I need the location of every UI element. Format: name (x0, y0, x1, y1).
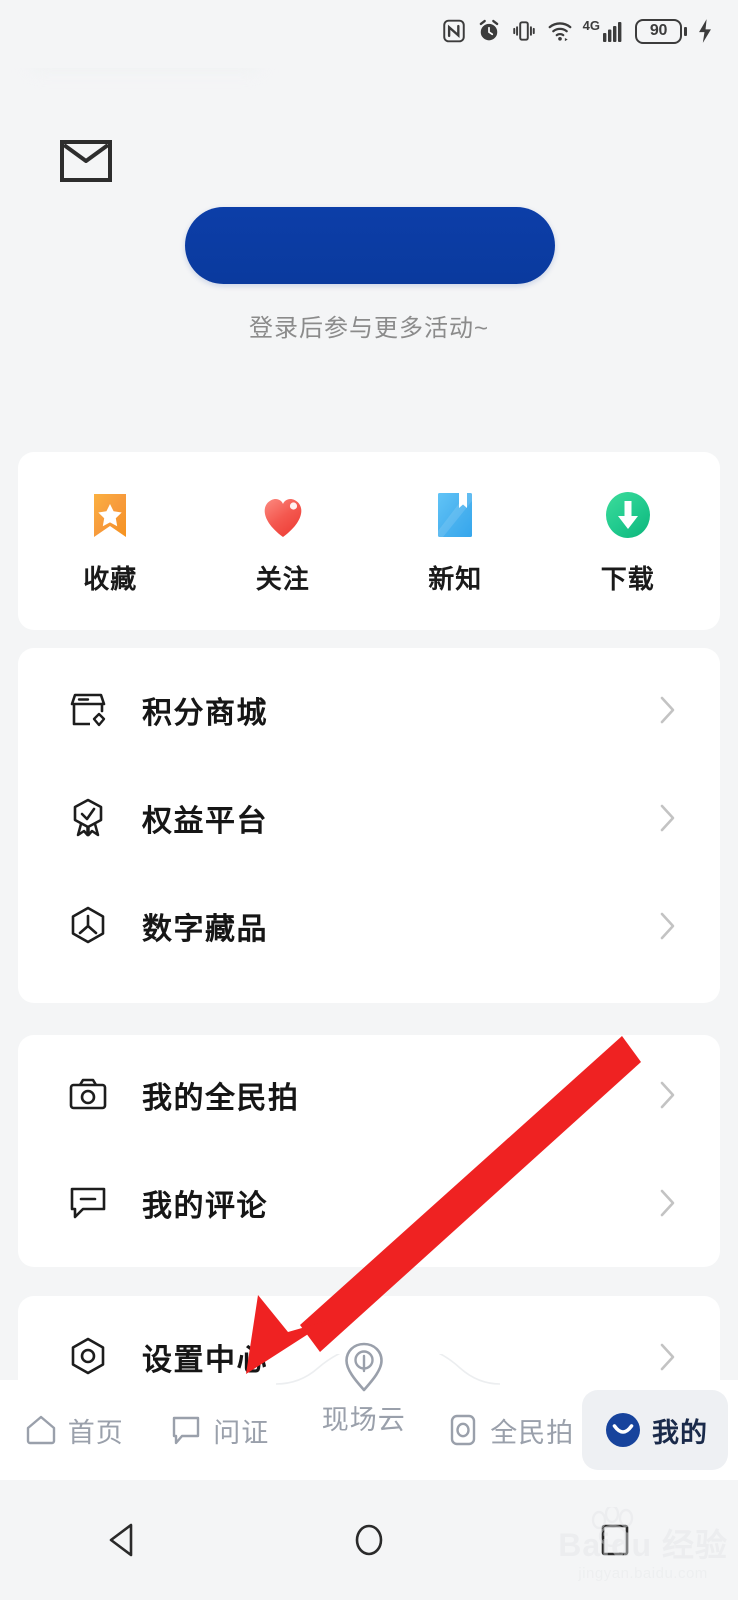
chevron-right-icon (660, 1189, 675, 1217)
quick-actions-card: 收藏 关注 新知 下载 (18, 452, 720, 630)
chat-icon (173, 1416, 200, 1445)
mine-row-label: 我的全民拍 (142, 1082, 300, 1115)
alarm-icon (479, 19, 498, 41)
battery-level-label: 90 (649, 22, 668, 39)
chevron-right-icon (660, 696, 675, 724)
heart-icon (255, 487, 311, 543)
mine-row-my-comments[interactable]: 我的评论 (18, 1149, 720, 1257)
recents-button[interactable] (555, 1517, 675, 1563)
status-icon-group: 4G 90 (441, 18, 714, 44)
nav-item-home[interactable]: 首页 (0, 1380, 146, 1480)
triangle-left-icon (109, 1523, 133, 1557)
comment-icon (66, 1181, 110, 1225)
bottom-navigation-bar: 首页 问证 现场云 全民拍 我的 (0, 1342, 738, 1480)
wifi-icon (548, 22, 572, 42)
login-hint-text: 登录后参与更多活动~ (248, 315, 489, 342)
nav-item-live-cloud[interactable]: 现场云 (291, 1342, 437, 1480)
service-row-label: 权益平台 (142, 805, 268, 838)
nfc-icon (442, 19, 465, 43)
signal-4g-icon: 4G (583, 18, 626, 44)
my-content-card: 我的全民拍 我的评论 (18, 1035, 720, 1267)
profile-smile-icon (606, 1413, 640, 1447)
signal-bars-icon (603, 22, 622, 42)
back-button[interactable] (63, 1517, 183, 1563)
camera-icon (66, 1073, 110, 1117)
chevron-right-icon (660, 912, 675, 940)
charging-bolt-icon (699, 19, 711, 43)
quick-action-newknowledge[interactable]: 新知 (369, 487, 542, 596)
network-type-label: 4G (582, 18, 600, 33)
home-button[interactable] (309, 1517, 429, 1563)
quick-action-download[interactable]: 下载 (542, 487, 715, 596)
quick-action-label: 新知 (428, 563, 483, 594)
services-card: 积分商城 权益平台 数字藏品 (18, 648, 720, 1003)
service-row-digital-collections[interactable]: 数字藏品 (18, 872, 720, 980)
nav-item-label: 我的 (652, 1417, 708, 1448)
service-row-benefits-platform[interactable]: 权益平台 (18, 764, 720, 872)
phone-screen: 4G 90 登录后参与更多活动~ 收藏 关注 新知 下载 积分商城 权益平台 数… (0, 0, 738, 1600)
nav-item-label: 全民拍 (490, 1417, 575, 1448)
hexagon-collection-icon (66, 904, 110, 948)
battery-icon: 90 (635, 18, 687, 44)
status-bar: 4G 90 (0, 0, 738, 68)
quick-action-favorites[interactable]: 收藏 (24, 487, 197, 596)
mine-row-my-photos[interactable]: 我的全民拍 (18, 1041, 720, 1149)
camera-outline-icon (451, 1414, 476, 1446)
mine-row-label: 我的评论 (142, 1190, 268, 1223)
quick-action-label: 关注 (255, 563, 310, 594)
shop-icon (66, 688, 110, 732)
android-system-nav-bar (0, 1480, 738, 1600)
login-button[interactable] (185, 207, 555, 284)
nav-item-label: 现场云 (321, 1405, 406, 1435)
quick-action-label: 下载 (600, 563, 655, 594)
nav-item-mine[interactable]: 我的 (582, 1390, 728, 1470)
location-pin-icon (344, 1342, 383, 1392)
service-row-points-mall[interactable]: 积分商城 (18, 656, 720, 764)
chevron-right-icon (660, 1081, 675, 1109)
circle-icon (355, 1524, 383, 1556)
book-bookmark-icon (427, 487, 483, 543)
medal-badge-icon (66, 796, 110, 840)
envelope-icon[interactable] (60, 140, 112, 182)
download-circle-icon (600, 487, 656, 543)
nav-item-label: 问证 (213, 1417, 270, 1448)
nav-item-inquiry[interactable]: 问证 (146, 1380, 292, 1480)
service-row-label: 积分商城 (142, 697, 268, 730)
nav-item-label: 首页 (67, 1417, 124, 1448)
service-row-label: 数字藏品 (142, 913, 268, 946)
quick-action-label: 收藏 (83, 563, 138, 594)
quick-action-follow[interactable]: 关注 (197, 487, 370, 596)
home-icon (26, 1415, 55, 1445)
bookmark-star-icon (82, 487, 138, 543)
vibrate-icon (512, 21, 535, 41)
nav-item-public-shot[interactable]: 全民拍 (437, 1380, 583, 1480)
square-icon (601, 1524, 629, 1556)
chevron-right-icon (660, 804, 675, 832)
